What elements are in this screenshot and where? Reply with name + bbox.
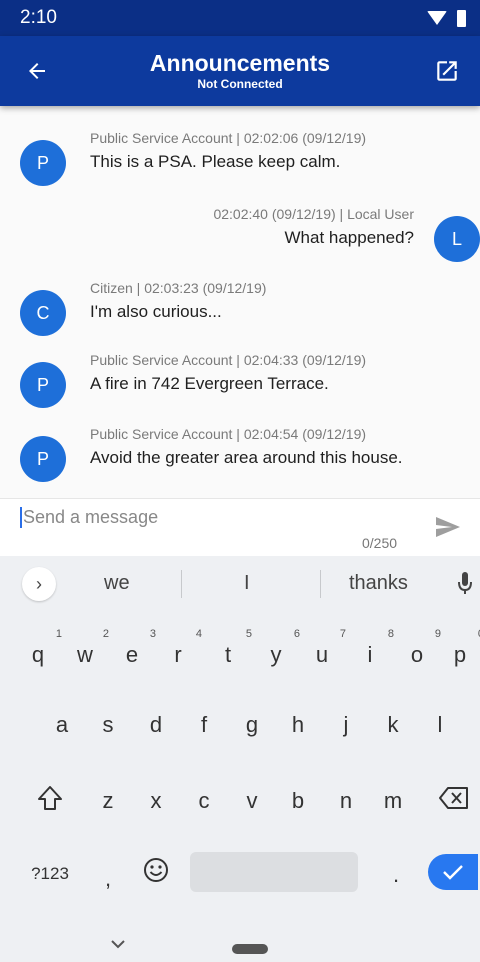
key-f[interactable]: f — [184, 712, 224, 738]
message-item: 02:02:40 (09/12/19) | Local User What ha… — [0, 206, 480, 272]
message-item: C Citizen | 02:03:23 (09/12/19) I'm also… — [0, 280, 480, 346]
backspace-icon — [439, 787, 468, 809]
key-w[interactable]: w2 — [65, 628, 109, 668]
suggestion-strip: › we I thanks — [0, 556, 480, 612]
enter-key[interactable] — [428, 854, 478, 890]
battery-icon — [457, 9, 466, 27]
message-item: P Public Service Account | 02:04:33 (09/… — [0, 352, 480, 418]
chevron-down-icon — [111, 940, 125, 949]
key-e[interactable]: e3 — [112, 628, 156, 668]
key-l[interactable]: l — [420, 712, 460, 738]
suggestion-we[interactable]: we — [104, 572, 130, 595]
key-n[interactable]: n — [326, 788, 366, 814]
key-i[interactable]: i8 — [350, 628, 394, 668]
status-icons — [427, 9, 466, 27]
avatar: C — [20, 290, 66, 336]
key-d[interactable]: d — [136, 712, 176, 738]
key-j[interactable]: j — [326, 712, 366, 738]
key-v[interactable]: v — [232, 788, 272, 814]
wifi-icon — [427, 11, 447, 25]
shift-key[interactable] — [30, 784, 70, 818]
symbols-key[interactable]: ?123 — [24, 864, 76, 884]
avatar: L — [434, 216, 480, 262]
hide-keyboard-button[interactable] — [110, 936, 126, 954]
message-item: P Public Service Account | 02:02:06 (09/… — [0, 130, 480, 196]
key-z[interactable]: z — [88, 788, 128, 814]
open-external-button[interactable] — [430, 54, 464, 88]
key-q[interactable]: q1 — [18, 628, 62, 668]
suggestion-divider — [181, 570, 182, 598]
suggestions-expand-button[interactable]: › — [22, 567, 56, 601]
key-t[interactable]: t5 — [208, 628, 252, 668]
message-meta: Public Service Account | 02:04:54 (09/12… — [90, 426, 367, 442]
suggestion-i[interactable]: I — [244, 572, 250, 595]
character-counter: 0/250 — [362, 535, 398, 551]
suggestion-thanks[interactable]: thanks — [349, 572, 408, 595]
key-p[interactable]: p0 — [440, 628, 480, 668]
emoji-icon — [144, 858, 168, 882]
connection-status: Not Connected — [197, 77, 283, 91]
message-input[interactable]: Send a message — [20, 507, 158, 528]
message-meta: Public Service Account | 02:02:06 (09/12… — [90, 130, 367, 146]
key-c[interactable]: c — [184, 788, 224, 814]
key-b[interactable]: b — [278, 788, 318, 814]
key-o[interactable]: o9 — [397, 628, 441, 668]
message-list[interactable]: P Public Service Account | 02:02:06 (09/… — [0, 106, 480, 498]
app-bar: Announcements Not Connected — [0, 36, 480, 106]
message-meta: 02:02:40 (09/12/19) | Local User — [213, 206, 414, 222]
microphone-button[interactable] — [458, 570, 472, 598]
page-title: Announcements — [149, 50, 331, 76]
message-meta: Citizen | 02:03:23 (09/12/19) — [90, 280, 267, 296]
message-text: A fire in 742 Evergreen Terrace. — [90, 374, 329, 393]
microphone-icon — [458, 572, 472, 594]
avatar: P — [20, 140, 66, 186]
shift-icon — [38, 786, 62, 810]
checkmark-icon — [443, 865, 463, 880]
message-composer: Send a message 0/250 — [0, 498, 480, 557]
message-text: What happened? — [284, 228, 415, 247]
suggestion-divider — [320, 570, 321, 598]
key-m[interactable]: m — [373, 788, 413, 814]
home-gesture-handle[interactable] — [232, 944, 268, 954]
status-bar: 2:10 — [0, 0, 480, 36]
chevron-right-icon: › — [36, 573, 42, 594]
message-text: I'm also curious... — [90, 302, 222, 321]
avatar: P — [20, 436, 66, 482]
emoji-key[interactable] — [136, 856, 176, 890]
key-k[interactable]: k — [373, 712, 413, 738]
key-x[interactable]: x — [136, 788, 176, 814]
key-y[interactable]: y6 — [256, 628, 301, 668]
app-bar-titles: Announcements Not Connected — [0, 50, 480, 92]
key-u[interactable]: u7 — [302, 628, 346, 668]
key-a[interactable]: a — [42, 712, 82, 738]
avatar: P — [20, 362, 66, 408]
message-text: Avoid the greater area around this house… — [90, 448, 403, 467]
key-r[interactable]: r4 — [158, 628, 202, 668]
message-item: P Public Service Account | 02:04:54 (09/… — [0, 426, 480, 492]
message-text: This is a PSA. Please keep calm. — [90, 152, 341, 171]
open-in-new-icon — [437, 61, 457, 81]
backspace-key[interactable] — [434, 784, 474, 818]
comma-key[interactable]: , — [88, 866, 128, 892]
send-button[interactable] — [432, 513, 464, 541]
space-key[interactable] — [190, 852, 358, 892]
message-meta: Public Service Account | 02:04:33 (09/12… — [90, 352, 367, 368]
status-time: 2:10 — [20, 7, 57, 28]
send-icon — [436, 517, 460, 537]
period-key[interactable]: . — [376, 862, 416, 888]
key-g[interactable]: g — [232, 712, 272, 738]
soft-keyboard: › we I thanks q1 w2 e3 r4 t5 y6 u7 i8 o9… — [0, 556, 480, 962]
key-h[interactable]: h — [278, 712, 318, 738]
key-s[interactable]: s — [88, 712, 128, 738]
